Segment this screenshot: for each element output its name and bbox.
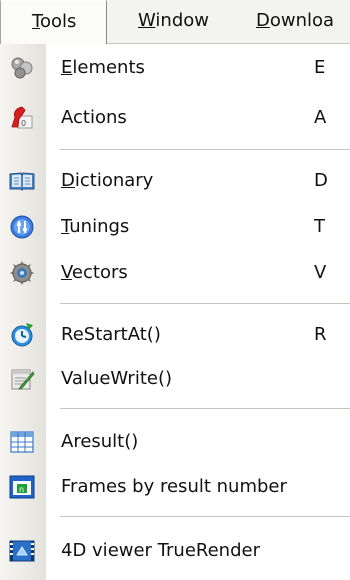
menu-item-shortcut xyxy=(314,467,338,507)
frames-icon: n xyxy=(9,475,35,499)
menu-item-shortcut xyxy=(314,422,338,462)
tools-dropdown-menu: Elements E 0 Actions A Dictionary D Tuni… xyxy=(0,44,350,580)
tunings-icon xyxy=(10,215,34,239)
menu-item-shortcut: D xyxy=(314,170,328,191)
menu-item-shortcut: V xyxy=(314,262,327,283)
menu-item-label: ValueWrite() xyxy=(61,368,172,389)
menu-item-shortcut xyxy=(314,359,338,399)
menu-item-label: 4D viewer TrueRender xyxy=(61,540,260,561)
menu-item-aresult[interactable]: Aresult() xyxy=(0,422,350,462)
menu-item-label: Frames by result number xyxy=(61,476,287,497)
menu-item-shortcut: A xyxy=(314,107,327,128)
viewer-4d-icon xyxy=(9,540,35,562)
menubar-window-rest: indow xyxy=(155,10,209,31)
menubar-downloads-mnemonic: D xyxy=(256,10,270,31)
menu-item-label: ReStartAt() xyxy=(61,324,161,345)
menubar-downloads[interactable]: Downloa xyxy=(231,0,350,44)
actions-icon: 0 xyxy=(11,106,33,129)
menubar-downloads-rest: ownloa xyxy=(269,10,335,31)
menu-item-label: Dictionary xyxy=(61,170,154,191)
menu-item-valuewrite[interactable]: ValueWrite() xyxy=(0,359,350,399)
elements-icon xyxy=(11,57,33,79)
menubar-tools-rest: ools xyxy=(39,11,77,32)
svg-text:0: 0 xyxy=(21,119,26,128)
menubar-tools[interactable]: Tools xyxy=(0,0,107,44)
menu-item-shortcut: E xyxy=(314,57,326,78)
menu-item-label: Tunings xyxy=(61,216,130,237)
menu-item-label: Elements xyxy=(61,57,145,78)
menu-item-label: Actions xyxy=(61,107,127,128)
value-write-icon xyxy=(11,369,35,390)
menu-item-4d-viewer-truerender[interactable]: 4D viewer TrueRender xyxy=(0,531,350,571)
menu-item-label: Aresult() xyxy=(61,431,139,452)
menu-separator xyxy=(60,303,350,304)
dictionary-icon xyxy=(9,172,35,191)
menu-item-tunings[interactable]: Tunings T xyxy=(0,207,350,247)
table-icon xyxy=(10,431,34,453)
menu-item-shortcut xyxy=(314,531,338,571)
menu-item-elements[interactable]: Elements E xyxy=(0,48,350,88)
menu-item-shortcut: R xyxy=(314,324,327,345)
menu-item-actions[interactable]: 0 Actions A xyxy=(0,98,350,138)
menu-item-vectors[interactable]: Vectors V xyxy=(0,253,350,293)
menu-bar: Tools Window Downloa xyxy=(0,0,350,44)
menu-item-frames-by-result-number[interactable]: n Frames by result number xyxy=(0,467,350,507)
menubar-tools-mnemonic: T xyxy=(32,11,40,32)
menu-separator xyxy=(60,149,350,150)
restart-icon xyxy=(11,323,33,347)
vectors-icon xyxy=(10,261,34,285)
menu-item-shortcut: T xyxy=(314,216,325,237)
menu-item-dictionary[interactable]: Dictionary D xyxy=(0,161,350,201)
menu-item-restartat[interactable]: ReStartAt() R xyxy=(0,315,350,355)
menu-item-label: Vectors xyxy=(61,262,128,283)
menu-separator xyxy=(60,408,350,409)
menubar-window-mnemonic: W xyxy=(138,10,156,31)
svg-text:n: n xyxy=(19,485,24,494)
menu-separator xyxy=(60,516,350,517)
menubar-window[interactable]: Window xyxy=(107,0,231,44)
